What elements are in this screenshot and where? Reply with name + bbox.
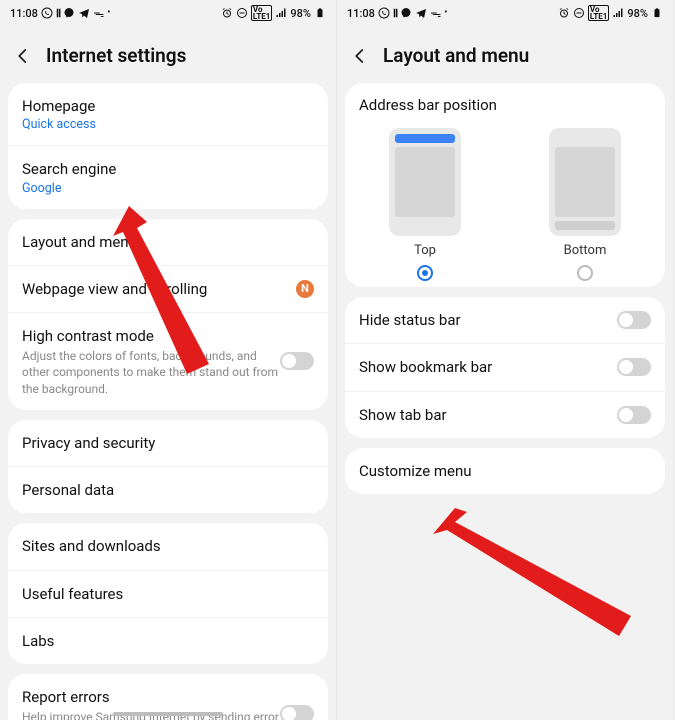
option-label: Bottom — [564, 243, 607, 258]
row-customize-menu[interactable]: Customize menu — [345, 448, 665, 494]
battery-icon — [314, 7, 326, 19]
header: Internet settings — [0, 26, 336, 83]
toggle-hide-status[interactable] — [617, 311, 651, 329]
radio-top[interactable] — [417, 265, 433, 281]
whatsapp-icon — [378, 7, 390, 19]
toggle-bookmark-bar[interactable] — [617, 358, 651, 376]
row-title: Show tab bar — [359, 405, 617, 425]
alarm-icon — [558, 7, 570, 19]
row-title: Customize menu — [359, 461, 651, 481]
back-icon[interactable] — [351, 47, 369, 65]
row-subtitle: Quick access — [22, 117, 314, 132]
preview-bottom-icon — [549, 128, 621, 236]
row-personal-data[interactable]: Personal data — [8, 466, 328, 513]
row-privacy[interactable]: Privacy and security — [8, 420, 328, 466]
telegram-icon — [78, 7, 90, 19]
row-show-tab-bar[interactable]: Show tab bar — [345, 391, 665, 438]
option-label: Top — [414, 243, 436, 258]
row-title: Privacy and security — [22, 433, 314, 453]
row-webpage-view[interactable]: Webpage view and scrolling N — [8, 265, 328, 312]
annotation-arrow-icon — [433, 508, 643, 658]
settings-group-1: Homepage Quick access Search engine Goog… — [8, 83, 328, 209]
option-bottom[interactable]: Bottom — [525, 128, 645, 281]
address-bar-card: Address bar position Top Bottom — [345, 83, 665, 287]
home-indicator[interactable] — [113, 712, 223, 716]
toggle-tab-bar[interactable] — [617, 406, 651, 424]
do-not-disturb-icon — [573, 7, 585, 19]
row-title: Layout and menu — [22, 232, 314, 252]
settings-group-2: Layout and menu Webpage view and scrolli… — [8, 219, 328, 410]
battery-percent: 98% — [290, 7, 311, 20]
battery-percent: 98% — [627, 7, 648, 20]
status-time: 11:08 — [347, 7, 375, 20]
row-title: Personal data — [22, 480, 314, 500]
option-top[interactable]: Top — [365, 128, 485, 281]
row-title: Homepage — [22, 96, 314, 116]
alarm-icon — [221, 7, 233, 19]
row-sites-downloads[interactable]: Sites and downloads — [8, 523, 328, 569]
status-bar: 11:08 Ⅱ ᯓ • VoLTE1 98% — [337, 0, 673, 26]
customize-card: Customize menu — [345, 448, 665, 494]
screen-layout-and-menu: 11:08 Ⅱ ᯓ • VoLTE1 98% — [337, 0, 674, 720]
signal-icon — [275, 7, 287, 19]
more-dot-icon: • — [107, 8, 110, 18]
status-bar: 11:08 Ⅱ ᯓ • VoLTE1 98% — [0, 0, 336, 26]
page-title: Layout and menu — [383, 44, 529, 67]
switches-card: Hide status bar Show bookmark bar Show t… — [345, 297, 665, 438]
screen-internet-settings: 11:08 Ⅱ ᯓ • VoLTE1 98% — [0, 0, 337, 720]
settings-group-4: Sites and downloads Useful features Labs — [8, 523, 328, 664]
header: Layout and menu — [337, 26, 673, 83]
settings-group-3: Privacy and security Personal data — [8, 420, 328, 514]
battery-icon — [651, 7, 663, 19]
row-search-engine[interactable]: Search engine Google — [8, 145, 328, 208]
row-title: Search engine — [22, 159, 314, 179]
section-title: Address bar position — [345, 83, 665, 122]
messenger-icon — [400, 7, 412, 19]
radio-bottom[interactable] — [577, 265, 593, 281]
row-labs[interactable]: Labs — [8, 617, 328, 664]
signal-icon — [612, 7, 624, 19]
volte-icon: VoLTE1 — [251, 5, 273, 21]
telegram-icon — [415, 7, 427, 19]
row-hide-status-bar[interactable]: Hide status bar — [345, 297, 665, 343]
whatsapp-icon — [41, 7, 53, 19]
status-time: 11:08 — [10, 7, 38, 20]
row-desc: Adjust the colors of fonts, backgrounds,… — [22, 348, 280, 397]
row-subtitle: Google — [22, 181, 314, 196]
row-title: Labs — [22, 631, 314, 651]
pause-icon: Ⅱ — [393, 7, 397, 20]
do-not-disturb-icon — [236, 7, 248, 19]
row-useful-features[interactable]: Useful features — [8, 570, 328, 617]
row-homepage[interactable]: Homepage Quick access — [8, 83, 328, 145]
row-title: Sites and downloads — [22, 536, 314, 556]
row-layout-and-menu[interactable]: Layout and menu — [8, 219, 328, 265]
pause-icon: Ⅱ — [56, 7, 60, 20]
row-title: High contrast mode — [22, 326, 280, 346]
row-title: Hide status bar — [359, 310, 617, 330]
toggle-report-errors[interactable] — [280, 705, 314, 720]
volte-icon: VoLTE1 — [588, 5, 610, 21]
new-badge: N — [296, 280, 314, 298]
toggle-high-contrast[interactable] — [280, 352, 314, 370]
messenger-icon — [63, 7, 75, 19]
back-icon[interactable] — [14, 47, 32, 65]
row-title: Useful features — [22, 584, 314, 604]
speed-icon: ᯓ — [93, 6, 104, 21]
row-title: Report errors — [22, 687, 280, 707]
row-show-bookmark-bar[interactable]: Show bookmark bar — [345, 343, 665, 390]
more-dot-icon: • — [444, 8, 447, 18]
speed-icon: ᯓ — [430, 6, 441, 21]
preview-top-icon — [389, 128, 461, 236]
row-high-contrast[interactable]: High contrast mode Adjust the colors of … — [8, 312, 328, 410]
row-title: Webpage view and scrolling — [22, 279, 296, 299]
page-title: Internet settings — [46, 44, 186, 67]
row-title: Show bookmark bar — [359, 357, 617, 377]
